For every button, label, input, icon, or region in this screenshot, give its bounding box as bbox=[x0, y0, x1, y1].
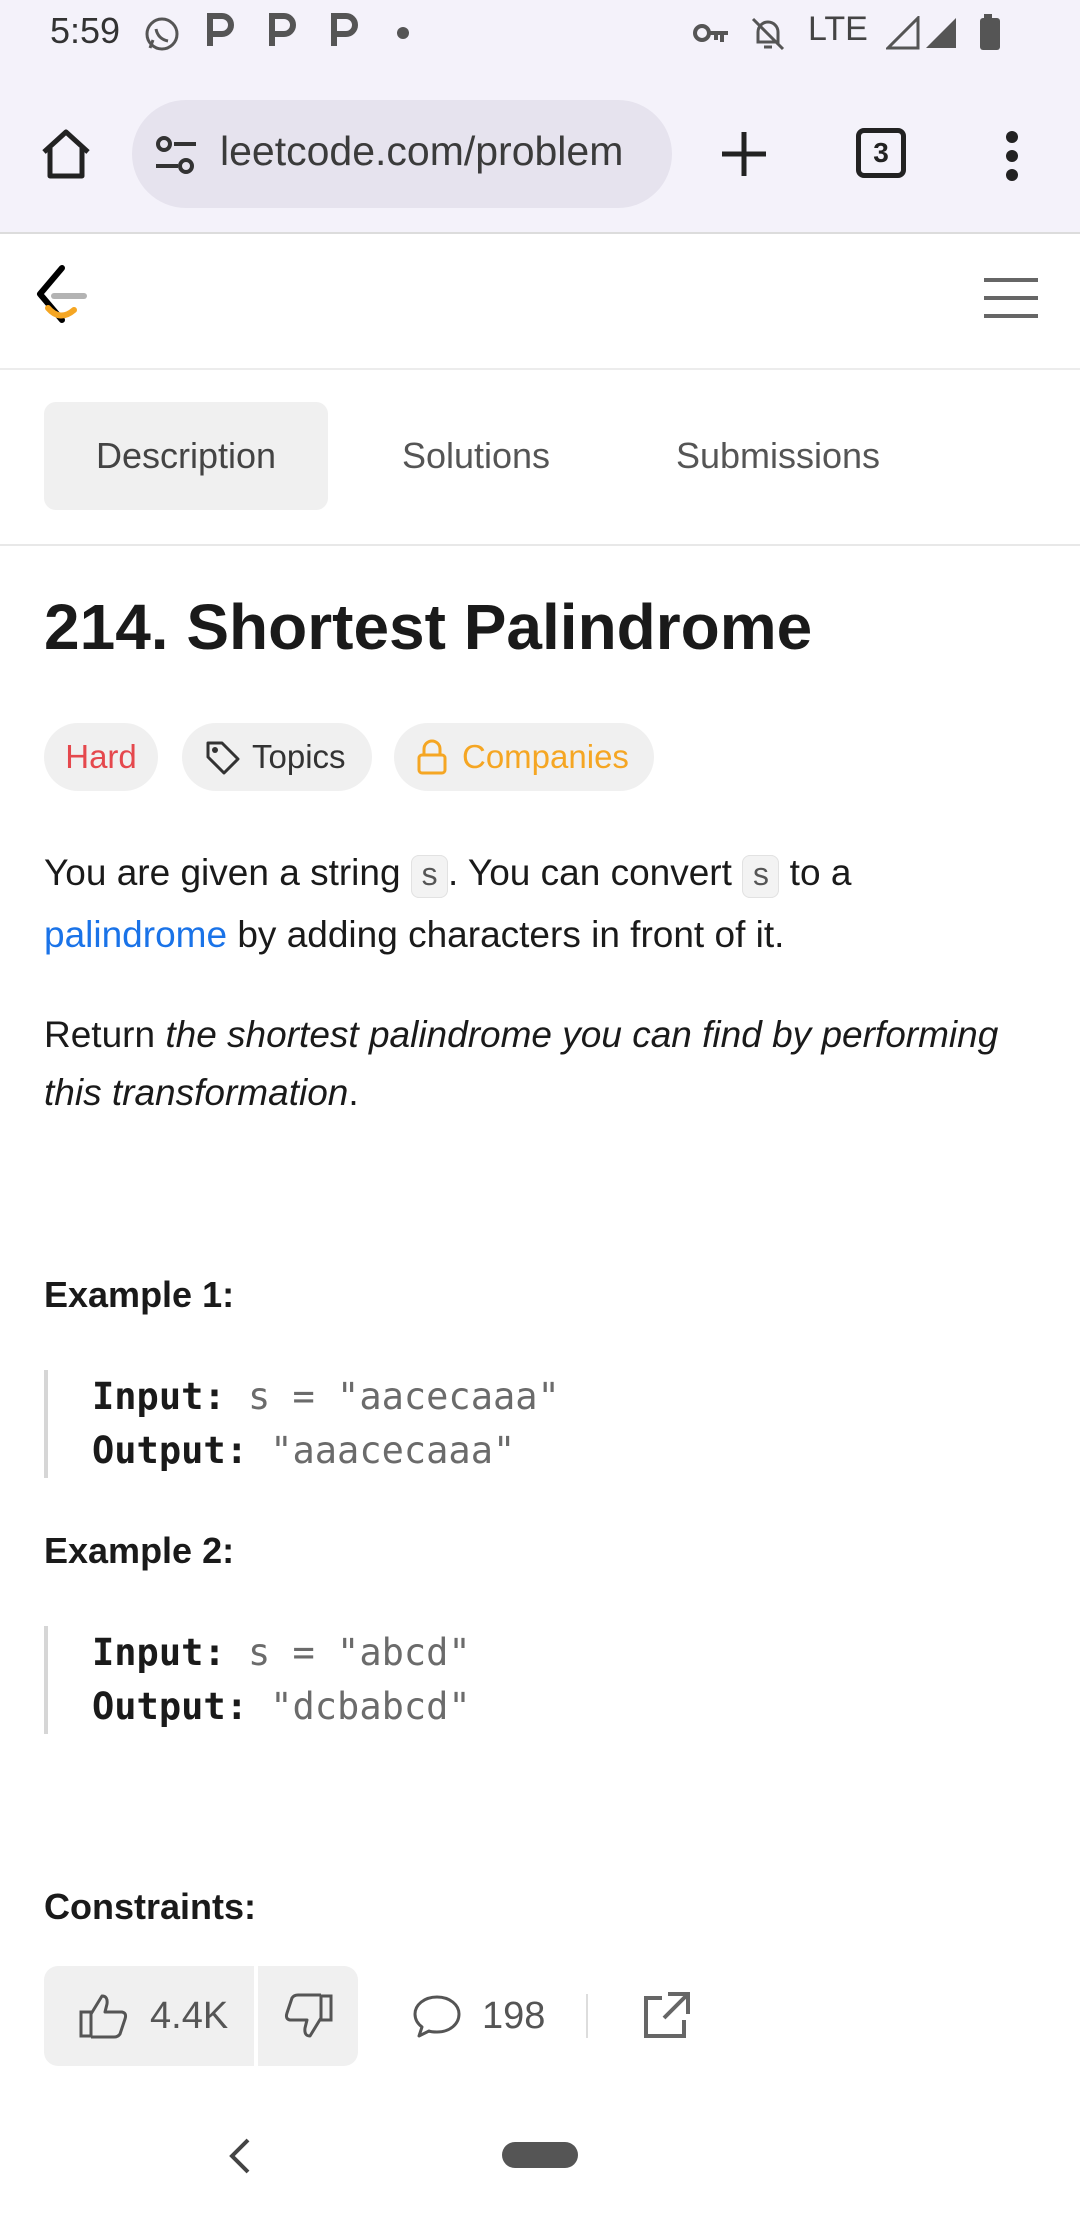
more-menu-icon[interactable] bbox=[1002, 130, 1022, 182]
dislike-button[interactable] bbox=[258, 1966, 358, 2066]
dot-icon bbox=[397, 27, 409, 39]
output-value: "aaacecaaa" bbox=[270, 1429, 516, 1472]
site-settings-icon[interactable] bbox=[152, 134, 200, 178]
input-value: s = "abcd" bbox=[247, 1631, 471, 1674]
battery-icon bbox=[980, 14, 1000, 50]
comment-count: 198 bbox=[482, 1994, 546, 2037]
input-label: Input: bbox=[92, 1375, 226, 1418]
example-input-line: Input: s = "aacecaaa" bbox=[92, 1370, 1080, 1424]
tab-count: 3 bbox=[873, 137, 889, 168]
like-button[interactable]: 4.4K bbox=[44, 1966, 254, 2066]
companies-button[interactable]: Companies bbox=[394, 723, 654, 791]
output-label: Output: bbox=[92, 1429, 248, 1472]
example-heading: Example 2: bbox=[44, 1530, 235, 1571]
tab-label: Submissions bbox=[675, 435, 881, 476]
signal-icon bbox=[926, 18, 956, 48]
status-time: 5:59 bbox=[50, 10, 121, 51]
p-icon bbox=[268, 12, 296, 48]
leetcode-logo[interactable] bbox=[30, 264, 90, 328]
example-heading: Example 1: bbox=[44, 1274, 235, 1315]
tab-solutions[interactable]: Solutions bbox=[366, 402, 586, 510]
action-bar: 4.4K 198 bbox=[44, 1966, 1044, 2066]
problem-title: 214. Shortest Palindrome bbox=[44, 591, 813, 663]
example-block: Input: s = "abcd" Output: "dcbabcd" bbox=[44, 1626, 1080, 1734]
tab-submissions[interactable]: Submissions bbox=[646, 402, 910, 510]
difficulty-label: Hard bbox=[65, 738, 137, 775]
thumbs-down-icon bbox=[284, 1993, 333, 2038]
p-icon bbox=[206, 12, 234, 48]
example-output-line: Output: "dcbabcd" bbox=[92, 1680, 1080, 1734]
like-count: 4.4K bbox=[150, 1994, 229, 2037]
input-value: s = "aacecaaa" bbox=[247, 1375, 560, 1418]
new-tab-icon[interactable] bbox=[720, 130, 768, 178]
text: . You can convert bbox=[448, 852, 743, 893]
share-icon[interactable] bbox=[638, 1988, 694, 2044]
text: by adding characters in front of it. bbox=[227, 914, 785, 955]
topics-label: Topics bbox=[252, 738, 346, 775]
p-icon bbox=[330, 12, 358, 48]
inline-code: s bbox=[742, 855, 780, 898]
home-gesture-pill[interactable] bbox=[502, 2142, 578, 2168]
divider bbox=[586, 1994, 588, 2038]
description-paragraph-1: You are given a string s. You can conver… bbox=[44, 844, 1044, 964]
back-icon[interactable] bbox=[226, 2136, 254, 2176]
network-type: LTE bbox=[808, 10, 868, 48]
text: to a bbox=[779, 852, 852, 893]
bell-off-icon bbox=[751, 17, 785, 51]
comments-button[interactable]: 198 bbox=[412, 1966, 545, 2066]
text: Return bbox=[44, 1014, 166, 1055]
example-block: Input: s = "aacecaaa" Output: "aaacecaaa… bbox=[44, 1370, 1080, 1478]
problem-tabs: Description Solutions Submissions bbox=[0, 370, 1080, 546]
tab-description[interactable]: Description bbox=[44, 402, 328, 510]
whatsapp-icon bbox=[145, 17, 179, 51]
description-paragraph-2: Return the shortest palindrome you can f… bbox=[44, 1006, 1044, 1122]
palindrome-link[interactable]: palindrome bbox=[44, 914, 227, 955]
key-icon bbox=[693, 24, 728, 42]
input-label: Input: bbox=[92, 1631, 226, 1674]
tab-label: Solutions bbox=[401, 435, 551, 476]
text: You are given a string bbox=[44, 852, 411, 893]
inline-code: s bbox=[410, 855, 449, 898]
signal-icon bbox=[886, 16, 920, 50]
companies-label: Companies bbox=[462, 738, 629, 775]
italic-text: the shortest palindrome you can find by … bbox=[44, 1014, 999, 1113]
topics-button[interactable]: Topics bbox=[182, 723, 372, 791]
output-value: "dcbabcd" bbox=[270, 1685, 471, 1728]
tag-icon bbox=[206, 741, 240, 775]
url-text[interactable]: leetcode.com/problem bbox=[220, 128, 650, 175]
lock-icon bbox=[417, 739, 447, 775]
text: . bbox=[348, 1072, 359, 1113]
constraints-heading: Constraints: bbox=[44, 1886, 257, 1927]
output-label: Output: bbox=[92, 1685, 248, 1728]
thumbs-up-icon bbox=[79, 1994, 128, 2039]
home-icon[interactable] bbox=[40, 128, 92, 180]
example-input-line: Input: s = "abcd" bbox=[92, 1626, 1080, 1680]
example-output-line: Output: "aaacecaaa" bbox=[92, 1424, 1080, 1478]
site-header bbox=[0, 234, 1080, 370]
tab-switcher-icon[interactable]: 3 bbox=[856, 128, 906, 178]
tab-label: Description bbox=[95, 435, 277, 476]
hamburger-menu-icon[interactable] bbox=[982, 276, 1040, 320]
difficulty-badge: Hard bbox=[44, 723, 158, 791]
comment-icon bbox=[413, 1995, 461, 2038]
